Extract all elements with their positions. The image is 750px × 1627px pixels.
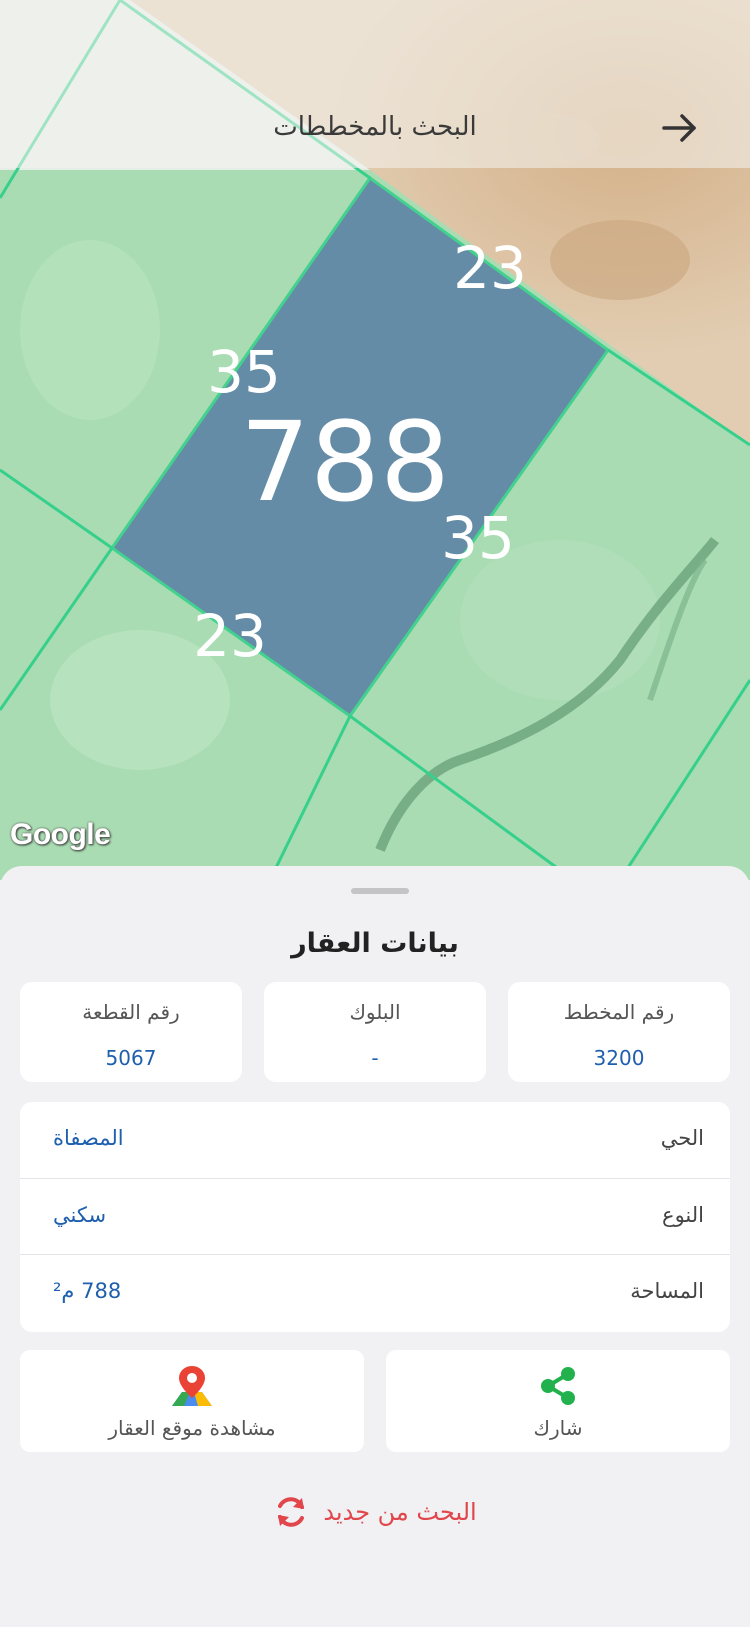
card-value: 3200 — [593, 1046, 645, 1070]
detail-value: المصفاة — [53, 1126, 124, 1150]
refresh-icon — [278, 1497, 305, 1527]
back-button[interactable] — [660, 108, 700, 148]
detail-key: المساحة — [630, 1279, 704, 1304]
details-list: الحي المصفاة النوع سكني المساحة 788 م² — [20, 1102, 730, 1332]
edge-label-left: 35 — [207, 338, 281, 406]
search-again-label: البحث من جديد — [323, 1498, 477, 1526]
view-location-button[interactable]: مشاهدة موقع العقار — [20, 1350, 364, 1452]
arrow-right-icon — [662, 114, 696, 142]
edge-label-right: 35 — [441, 504, 515, 572]
detail-key: الحي — [660, 1126, 704, 1150]
card-label: البلوك — [349, 1000, 401, 1024]
edge-label-bottom: 23 — [193, 602, 267, 670]
app-header: البحث بالمخططات — [0, 0, 750, 168]
map-pin-icon — [172, 1366, 212, 1406]
property-sheet: بيانات العقار رقم المخطط 3200 البلوك - ر… — [0, 866, 750, 1627]
detail-key: النوع — [662, 1202, 704, 1227]
card-parcel-number: رقم القطعة 5067 — [20, 982, 242, 1082]
summary-cards: رقم المخطط 3200 البلوك - رقم القطعة 5067 — [20, 982, 730, 1082]
view-location-label: مشاهدة موقع العقار — [108, 1416, 276, 1440]
parcel-number-label: 788 — [240, 398, 450, 526]
share-icon — [541, 1367, 575, 1405]
search-again-button[interactable]: البحث من جديد — [0, 1490, 750, 1534]
google-attribution: Google — [10, 818, 111, 851]
card-label: رقم المخطط — [563, 1000, 675, 1024]
detail-value: سكني — [53, 1202, 107, 1227]
detail-row-area: المساحة 788 م² — [20, 1255, 730, 1332]
card-value: 5067 — [105, 1046, 157, 1070]
card-plan-number: رقم المخطط 3200 — [508, 982, 730, 1082]
share-label: شارك — [533, 1416, 583, 1440]
page-title: البحث بالمخططات — [273, 112, 477, 142]
card-value: - — [371, 1046, 379, 1070]
card-label: رقم القطعة — [82, 1000, 180, 1024]
action-buttons: شارك مشاهدة موقع العقار — [20, 1350, 730, 1452]
detail-row-type: النوع سكني — [20, 1179, 730, 1256]
edge-label-top: 23 — [453, 234, 527, 302]
sheet-title: بيانات العقار — [291, 928, 459, 959]
detail-row-district: الحي المصفاة — [20, 1102, 730, 1179]
share-button[interactable]: شارك — [386, 1350, 730, 1452]
detail-value: 788 م² — [53, 1279, 122, 1304]
sheet-drag-handle[interactable] — [351, 888, 409, 894]
card-block: البلوك - — [264, 982, 486, 1082]
